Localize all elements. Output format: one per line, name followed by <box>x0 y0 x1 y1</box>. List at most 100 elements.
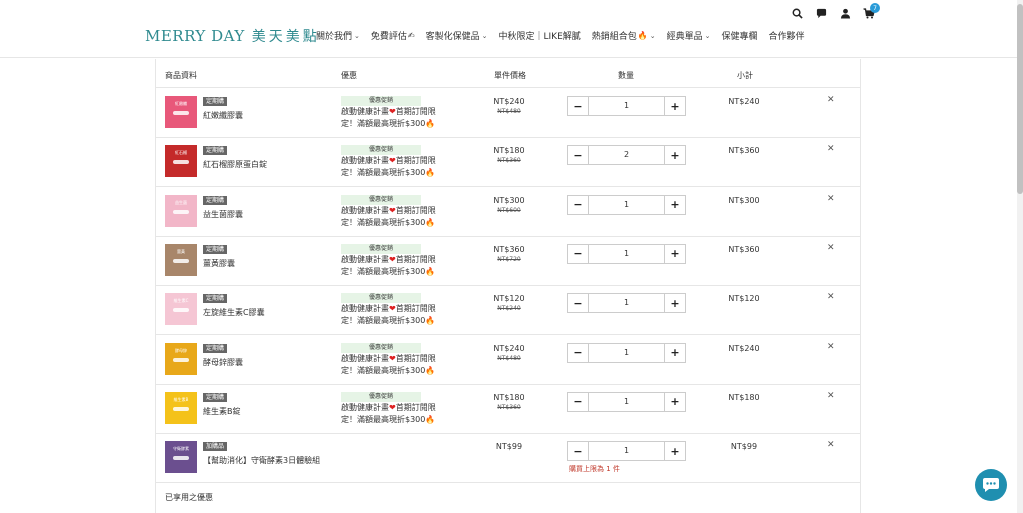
nav-item-0[interactable]: 關於我們 ⌄ <box>316 29 360 43</box>
unit-price: NT$120 <box>493 294 525 304</box>
remove-icon[interactable]: ✕ <box>827 391 835 401</box>
promo-text-a: 啟動健康計畫 <box>341 107 389 116</box>
brand-logo[interactable]: MERRY DAY 美天美點 <box>145 26 320 46</box>
quantity-input[interactable]: 1 <box>588 343 665 362</box>
product-name[interactable]: 【幫助消化】守衛酵素3日體驗組 <box>203 455 320 466</box>
row-subtotal: NT$180 <box>728 392 760 402</box>
fire-icon: 🔥 <box>425 217 436 227</box>
row-subtotal: NT$360 <box>728 244 760 254</box>
table-row: 維生素C 定期購 左旋維生素C膠囊 優惠促銷 啟動健康計畫❤首期訂閱限定！滿額最高現折$… <box>156 285 860 336</box>
increase-button[interactable]: + <box>665 294 685 313</box>
nav-item-4[interactable]: 熱銷組合包 🔥 ⌄ <box>592 29 656 42</box>
decrease-button[interactable]: − <box>568 146 588 165</box>
quantity-stepper: −1 + <box>567 194 686 215</box>
decrease-button[interactable]: − <box>568 294 588 313</box>
product-name[interactable]: 左旋維生素C膠囊 <box>203 307 265 318</box>
remove-icon[interactable]: ✕ <box>827 440 835 450</box>
product-thumbnail[interactable]: 酵母鋅 <box>165 342 197 375</box>
product-thumbnail[interactable]: 薑黃 <box>165 243 197 276</box>
product-thumbnail[interactable]: 益生菌 <box>165 194 197 227</box>
increase-button[interactable]: + <box>665 442 685 461</box>
chat-bubble-icon[interactable] <box>975 469 1007 501</box>
product-thumbnail[interactable]: 守衛酵素 <box>165 441 197 474</box>
nav-item-3[interactable]: 中秋限定｜LIKE解膩 <box>499 29 581 42</box>
increase-button[interactable]: + <box>665 146 685 165</box>
remove-icon[interactable]: ✕ <box>827 342 835 352</box>
product-name[interactable]: 紅石榴膠原蛋白錠 <box>203 159 267 170</box>
cart-count-badge: 7 <box>870 3 880 13</box>
increase-button[interactable]: + <box>665 244 685 263</box>
scrollbar-thumb[interactable] <box>1017 4 1023 194</box>
product-name[interactable]: 紅嫩纖膠囊 <box>203 110 243 121</box>
purchase-limit-note: 購買上限為 1 件 <box>569 465 620 474</box>
product-thumbnail[interactable]: 紅嫩纖 <box>165 96 197 128</box>
cart-icon[interactable]: 7 <box>862 3 880 20</box>
remove-icon[interactable]: ✕ <box>827 292 835 302</box>
increase-button[interactable]: + <box>665 343 685 362</box>
product-tag: 定期購 <box>203 97 228 106</box>
remove-icon[interactable]: ✕ <box>827 95 835 105</box>
promo-text: 啟動健康計畫❤首期訂閱限定！滿額最高現折$300🔥 <box>341 106 441 130</box>
promo-badge: 優惠促銷 <box>341 96 421 106</box>
unit-price: NT$180 <box>493 392 525 402</box>
header-promo: 優惠 <box>341 71 357 80</box>
increase-button[interactable]: + <box>665 392 685 411</box>
quantity-input[interactable]: 1 <box>588 442 665 461</box>
quantity-input[interactable]: 2 <box>588 146 665 165</box>
page-scrollbar[interactable] <box>1017 0 1023 513</box>
decrease-button[interactable]: − <box>568 392 588 411</box>
decrease-button[interactable]: − <box>568 195 588 214</box>
heart-icon: ❤ <box>389 304 396 314</box>
nav-item-5[interactable]: 經典單品 ⌄ <box>667 29 711 43</box>
remove-icon[interactable]: ✕ <box>827 194 835 204</box>
cart-page: MERRY DAY 美天美點 關於我們 ⌄ 免費評估 ✍ 客製化保健品 ⌄ 中秋限定｜LIK… <box>0 0 1023 513</box>
decrease-button[interactable]: − <box>568 97 588 115</box>
quantity-input[interactable]: 1 <box>588 392 665 411</box>
thumbnail-label: 益生菌 <box>175 199 187 205</box>
quantity-input[interactable]: 1 <box>588 294 665 313</box>
nav-item-7[interactable]: 合作夥伴 <box>769 29 805 42</box>
unit-price: NT$240 <box>493 97 525 106</box>
product-name[interactable]: 酵母鋅膠囊 <box>203 357 243 368</box>
nav-item-2[interactable]: 客製化保健品 ⌄ <box>426 29 488 43</box>
quantity-stepper: −1 + <box>567 243 686 264</box>
nav-item-6[interactable]: 保健專欄 <box>722 29 758 42</box>
product-thumbnail[interactable]: 維生素B <box>165 391 197 424</box>
remove-icon[interactable]: ✕ <box>827 243 835 253</box>
thumbnail-label: 紅嫩纖 <box>175 100 187 106</box>
product-name[interactable]: 薑黃膠囊 <box>203 258 235 269</box>
fire-icon: 🔥 <box>425 119 436 128</box>
quantity-input[interactable]: 1 <box>588 195 665 214</box>
quantity-input[interactable]: 1 <box>588 244 665 263</box>
chat-icon[interactable] <box>814 6 828 20</box>
chevron-down-icon: ⌄ <box>354 31 360 40</box>
promo-badge: 優惠促銷 <box>341 342 421 353</box>
increase-button[interactable]: + <box>665 195 685 214</box>
table-row: 薑黃 定期購 薑黃膠囊 優惠促銷 啟動健康計畫❤首期訂閱限定！滿額最高現折$300🔥 NT… <box>156 236 860 286</box>
heart-icon: ❤ <box>389 254 396 264</box>
product-name[interactable]: 維生素B錠 <box>203 406 241 417</box>
remove-icon[interactable]: ✕ <box>827 144 835 154</box>
quantity-input[interactable]: 1 <box>588 97 665 115</box>
product-name[interactable]: 益生菌膠囊 <box>203 209 243 220</box>
product-thumbnail[interactable]: 紅石榴 <box>165 145 197 178</box>
fire-icon: 🔥 <box>425 266 436 276</box>
row-subtotal: NT$99 <box>730 442 758 452</box>
promo-text: 啟動健康計畫❤首期訂閱限定！滿額最高現折$300🔥 <box>341 155 441 179</box>
decrease-button[interactable]: − <box>568 442 588 461</box>
decrease-button[interactable]: − <box>568 244 588 263</box>
decrease-button[interactable]: − <box>568 343 588 362</box>
used-promos-title: 已享用之優惠 <box>165 493 213 502</box>
user-icon[interactable] <box>838 6 852 20</box>
product-thumbnail[interactable]: 維生素C <box>165 293 197 326</box>
fire-icon: 🔥 <box>425 168 436 178</box>
nav-item-label: 保健專欄 <box>721 32 758 42</box>
table-row: 維生素B 定期購 維生素B錠 優惠促銷 啟動健康計畫❤首期訂閱限定！滿額最高現折$300… <box>156 384 860 434</box>
unit-price: NT$180 <box>493 146 525 156</box>
thumbnail-label: 守衛酵素 <box>173 445 189 451</box>
product-tag: 定期購 <box>203 392 228 402</box>
fire-icon: 🔥 <box>425 414 436 424</box>
increase-button[interactable]: + <box>665 97 685 115</box>
search-icon[interactable] <box>790 6 804 20</box>
nav-item-1[interactable]: 免費評估 ✍ <box>371 29 415 42</box>
